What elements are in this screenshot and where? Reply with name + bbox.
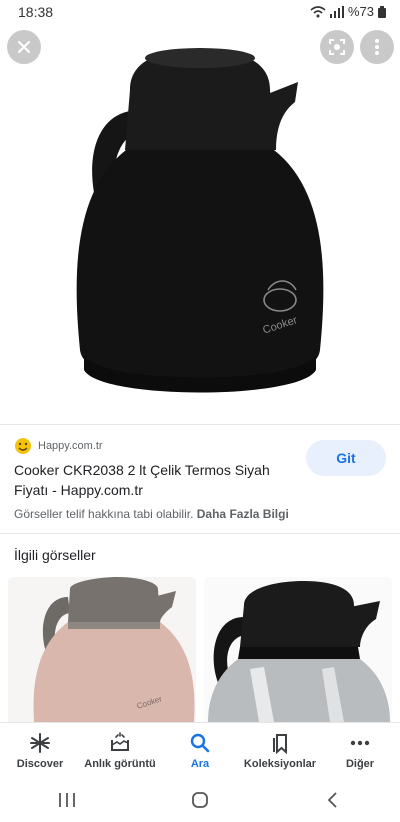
divider [0,533,400,534]
lens-icon [329,39,345,55]
source-domain: Happy.com.tr [38,440,103,452]
system-navigation [0,778,400,822]
copyright-text: Görseller telif hakkına tabi olabilir. [14,507,194,521]
search-icon [190,733,210,752]
close-icon [17,40,31,54]
nav-label: Discover [16,757,64,770]
nav-search[interactable]: Ara [160,723,240,778]
bookmark-icon [273,733,287,754]
recent-apps-icon[interactable] [57,791,77,809]
signal-icon [329,5,344,18]
bottom-navigation: Discover Anlık görüntü Ara Koleksiyonlar… [0,722,400,778]
snapshot-icon [111,731,129,751]
asterisk-icon [30,732,50,753]
nav-collections[interactable]: Koleksiyonlar [240,723,320,778]
wifi-icon [310,5,326,17]
nav-more[interactable]: Diğer [320,723,400,778]
nav-discover[interactable]: Discover [0,723,80,778]
steel-thermos-image [204,577,392,722]
nav-label: Ara [190,757,210,770]
thermos-image: Cooker [76,48,324,393]
back-icon[interactable] [323,791,343,809]
battery-icon [378,5,386,18]
battery-percent: %73 [347,4,374,19]
copyright-notice: Görseller telif hakkına tabi olabilir. D… [14,507,289,521]
home-icon[interactable] [190,791,210,809]
related-image-2[interactable] [204,577,392,722]
visit-button[interactable]: Git [306,440,386,476]
nav-snapshot[interactable]: Anlık görüntü [80,723,160,778]
rose-thermos-image: Cooker [8,577,196,722]
more-options-button[interactable] [360,30,394,64]
more-vert-icon [375,39,379,55]
source-row[interactable]: Happy.com.tr [14,437,103,455]
close-button[interactable] [7,30,41,64]
nav-label: Koleksiyonlar [243,757,317,770]
status-bar: 18:38 %73 [0,0,400,26]
result-title[interactable]: Cooker CKR2038 2 lt Çelik Termos Siyah F… [14,460,299,500]
nav-label: Anlık görüntü [84,757,156,770]
more-horiz-icon [350,740,370,745]
nav-label: Diğer [345,757,375,770]
related-images-title: İlgili görseller [14,547,96,563]
smiley-favicon-icon [15,438,31,454]
divider [0,424,400,425]
status-time: 18:38 [18,4,54,20]
lens-button[interactable] [320,30,354,64]
more-info-link[interactable]: Daha Fazla Bilgi [197,507,289,521]
status-indicators: %73 [310,4,386,19]
related-image-1[interactable]: Cooker [8,577,196,722]
